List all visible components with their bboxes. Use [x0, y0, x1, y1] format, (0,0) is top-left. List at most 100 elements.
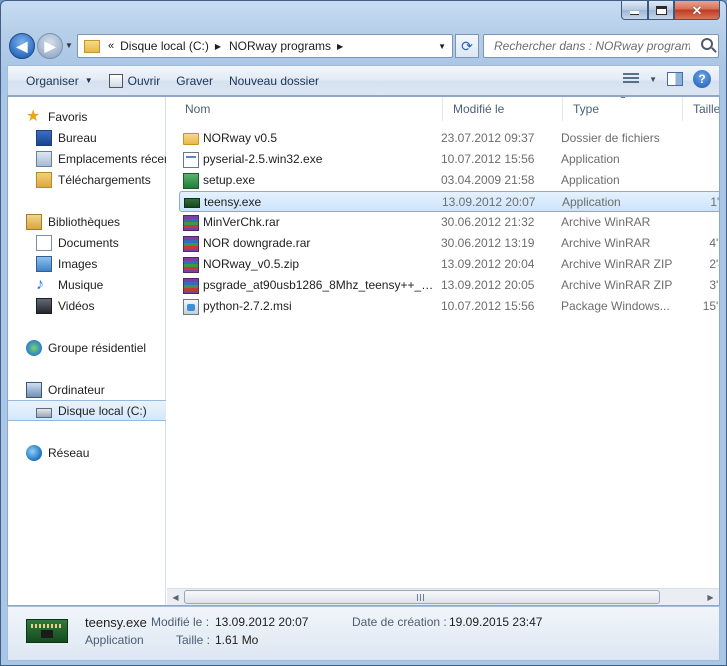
view-options-dropdown-icon[interactable]: ▼: [649, 75, 657, 84]
breadcrumb-overflow[interactable]: «: [108, 40, 114, 52]
toolbar-right-group: ▼ ?: [623, 70, 711, 88]
command-bar: Organiser ▼ Ouvrir Graver Nouveau dossie…: [7, 65, 720, 96]
file-row[interactable]: NOR downgrade.rar 30.06.2012 13:19 Archive…: [179, 233, 719, 254]
breadcrumb-norway-programs[interactable]: NORway programs: [229, 39, 331, 53]
open-button[interactable]: Ouvrir: [101, 66, 169, 95]
change-view-icon[interactable]: [623, 73, 640, 85]
file-row[interactable]: teensy.exe 13.09.2012 20:07 Application 1'6: [179, 191, 719, 212]
breadcrumb-chevron-icon[interactable]: ▶: [337, 42, 343, 51]
nav-item-images[interactable]: Images: [8, 253, 166, 274]
column-header-size[interactable]: Taille: [683, 97, 719, 121]
desktop-icon: [36, 129, 52, 146]
file-row[interactable]: psgrade_at90usb1286_8Mhz_teensy++_2.... 1…: [179, 275, 719, 296]
nav-network[interactable]: Réseau: [8, 442, 166, 463]
maximize-button[interactable]: [648, 1, 674, 20]
recent-places-icon: [36, 150, 52, 167]
file-type: Application: [561, 152, 620, 166]
grip-icon: [417, 594, 425, 601]
details-created-label: Date de création :: [352, 615, 447, 629]
scrollbar-thumb[interactable]: [184, 590, 660, 604]
chevron-down-icon: ▼: [84, 76, 93, 85]
file-type: Application: [562, 195, 621, 209]
details-modified-value: 13.09.2012 20:07: [215, 615, 309, 629]
nav-favorites-label: Favoris: [48, 109, 88, 124]
file-type: Archive WinRAR ZIP: [561, 257, 673, 271]
teensy-board-icon: [184, 198, 200, 208]
file-row[interactable]: setup.exe 03.04.2009 21:58 Application 8: [179, 170, 719, 191]
horizontal-scrollbar[interactable]: ◀ ▶: [167, 588, 719, 605]
details-modified-label: Modifié le :: [151, 615, 210, 629]
exe-icon: [183, 152, 199, 168]
winrar-icon: [183, 236, 199, 252]
nav-computer[interactable]: Ordinateur: [8, 379, 166, 400]
documents-icon: [36, 234, 52, 251]
new-folder-button[interactable]: Nouveau dossier: [221, 66, 327, 95]
nav-item-videos[interactable]: Vidéos: [8, 295, 166, 316]
file-name: pyserial-2.5.win32.exe: [203, 152, 323, 166]
file-row[interactable]: python-2.7.2.msi 10.07.2012 15:56 Package …: [179, 296, 719, 317]
file-row[interactable]: MinVerChk.rar 30.06.2012 21:32 Archive Win…: [179, 212, 719, 233]
file-type: Archive WinRAR: [561, 215, 651, 229]
file-size: 4'9: [709, 236, 719, 250]
burn-label: Graver: [176, 73, 213, 88]
file-type: Archive WinRAR: [561, 236, 651, 250]
scroll-left-icon[interactable]: ◀: [167, 589, 184, 605]
burn-button[interactable]: Graver: [168, 66, 221, 95]
column-header-name[interactable]: Nom: [175, 97, 443, 121]
file-type: Archive WinRAR ZIP: [561, 278, 673, 292]
nav-item-downloads[interactable]: Téléchargements: [8, 169, 166, 190]
nav-item-documents[interactable]: Documents: [8, 232, 166, 253]
address-bar[interactable]: « Disque local (C:) ▶ NORway programs ▶ …: [77, 34, 453, 58]
details-kind: Application: [85, 633, 144, 647]
close-button[interactable]: ✕: [674, 1, 720, 20]
file-size: 15'5: [702, 299, 719, 313]
nav-item-label: Disque local (C:): [58, 403, 147, 418]
file-row[interactable]: NORway v0.5 23.07.2012 09:37 Dossier de fi…: [179, 128, 719, 149]
breadcrumb-chevron-icon[interactable]: ▶: [215, 42, 221, 51]
address-dropdown-icon[interactable]: ▼: [438, 42, 446, 51]
search-box[interactable]: [483, 34, 719, 58]
recent-pages-dropdown[interactable]: ▼: [65, 41, 73, 50]
minimize-icon: [630, 7, 639, 14]
file-modified: 13.09.2012 20:07: [442, 195, 536, 209]
column-header-type[interactable]: Type: [563, 97, 683, 121]
forward-button[interactable]: ▶: [37, 33, 63, 59]
file-size: 1'6: [710, 195, 719, 209]
nav-item-music[interactable]: ♪ Musique: [8, 274, 166, 295]
nav-homegroup[interactable]: Groupe résidentiel: [8, 337, 166, 358]
nav-item-local-disk[interactable]: Disque local (C:): [8, 400, 166, 421]
close-icon: ✕: [691, 2, 703, 18]
star-icon: ★: [26, 107, 41, 125]
winrar-icon: [183, 257, 199, 273]
back-arrow-icon: ◀: [16, 37, 28, 54]
file-size: 8: [681, 170, 719, 191]
refresh-button[interactable]: ⟳: [455, 34, 479, 58]
preview-pane-icon[interactable]: [667, 72, 683, 86]
nav-item-label: Images: [58, 256, 98, 271]
file-row[interactable]: pyserial-2.5.win32.exe 10.07.2012 15:56 Ap…: [179, 149, 719, 170]
nav-favorites[interactable]: ★ Favoris: [8, 106, 166, 127]
help-icon[interactable]: ?: [693, 70, 711, 88]
file-type: Dossier de fichiers: [561, 131, 660, 145]
breadcrumb-disque-local[interactable]: Disque local (C:): [120, 39, 209, 53]
nav-libraries[interactable]: Bibliothèques: [8, 211, 166, 232]
search-icon[interactable]: [701, 38, 713, 50]
minimize-button[interactable]: [621, 1, 648, 20]
scroll-right-icon[interactable]: ▶: [702, 589, 719, 605]
file-modified: 03.04.2009 21:58: [441, 173, 535, 187]
nav-item-label: Emplacements récents: [58, 151, 166, 166]
nav-item-recent-places[interactable]: Emplacements récents: [8, 148, 166, 169]
back-button[interactable]: ◀: [9, 33, 35, 59]
organize-button[interactable]: Organiser ▼: [18, 66, 101, 95]
file-name: setup.exe: [203, 173, 256, 187]
file-name: NORway v0.5: [203, 131, 278, 145]
music-note-icon: ♪: [36, 275, 44, 293]
nav-computer-label: Ordinateur: [48, 382, 105, 397]
maximize-icon: [655, 5, 667, 15]
search-input[interactable]: [492, 38, 692, 54]
column-header-modified[interactable]: Modifié le: [443, 97, 563, 121]
downloads-folder-icon: [36, 171, 52, 188]
details-filename: teensy.exe: [85, 615, 147, 630]
nav-item-desktop[interactable]: Bureau: [8, 127, 166, 148]
file-row[interactable]: NORway_v0.5.zip 13.09.2012 20:04 Archive W…: [179, 254, 719, 275]
